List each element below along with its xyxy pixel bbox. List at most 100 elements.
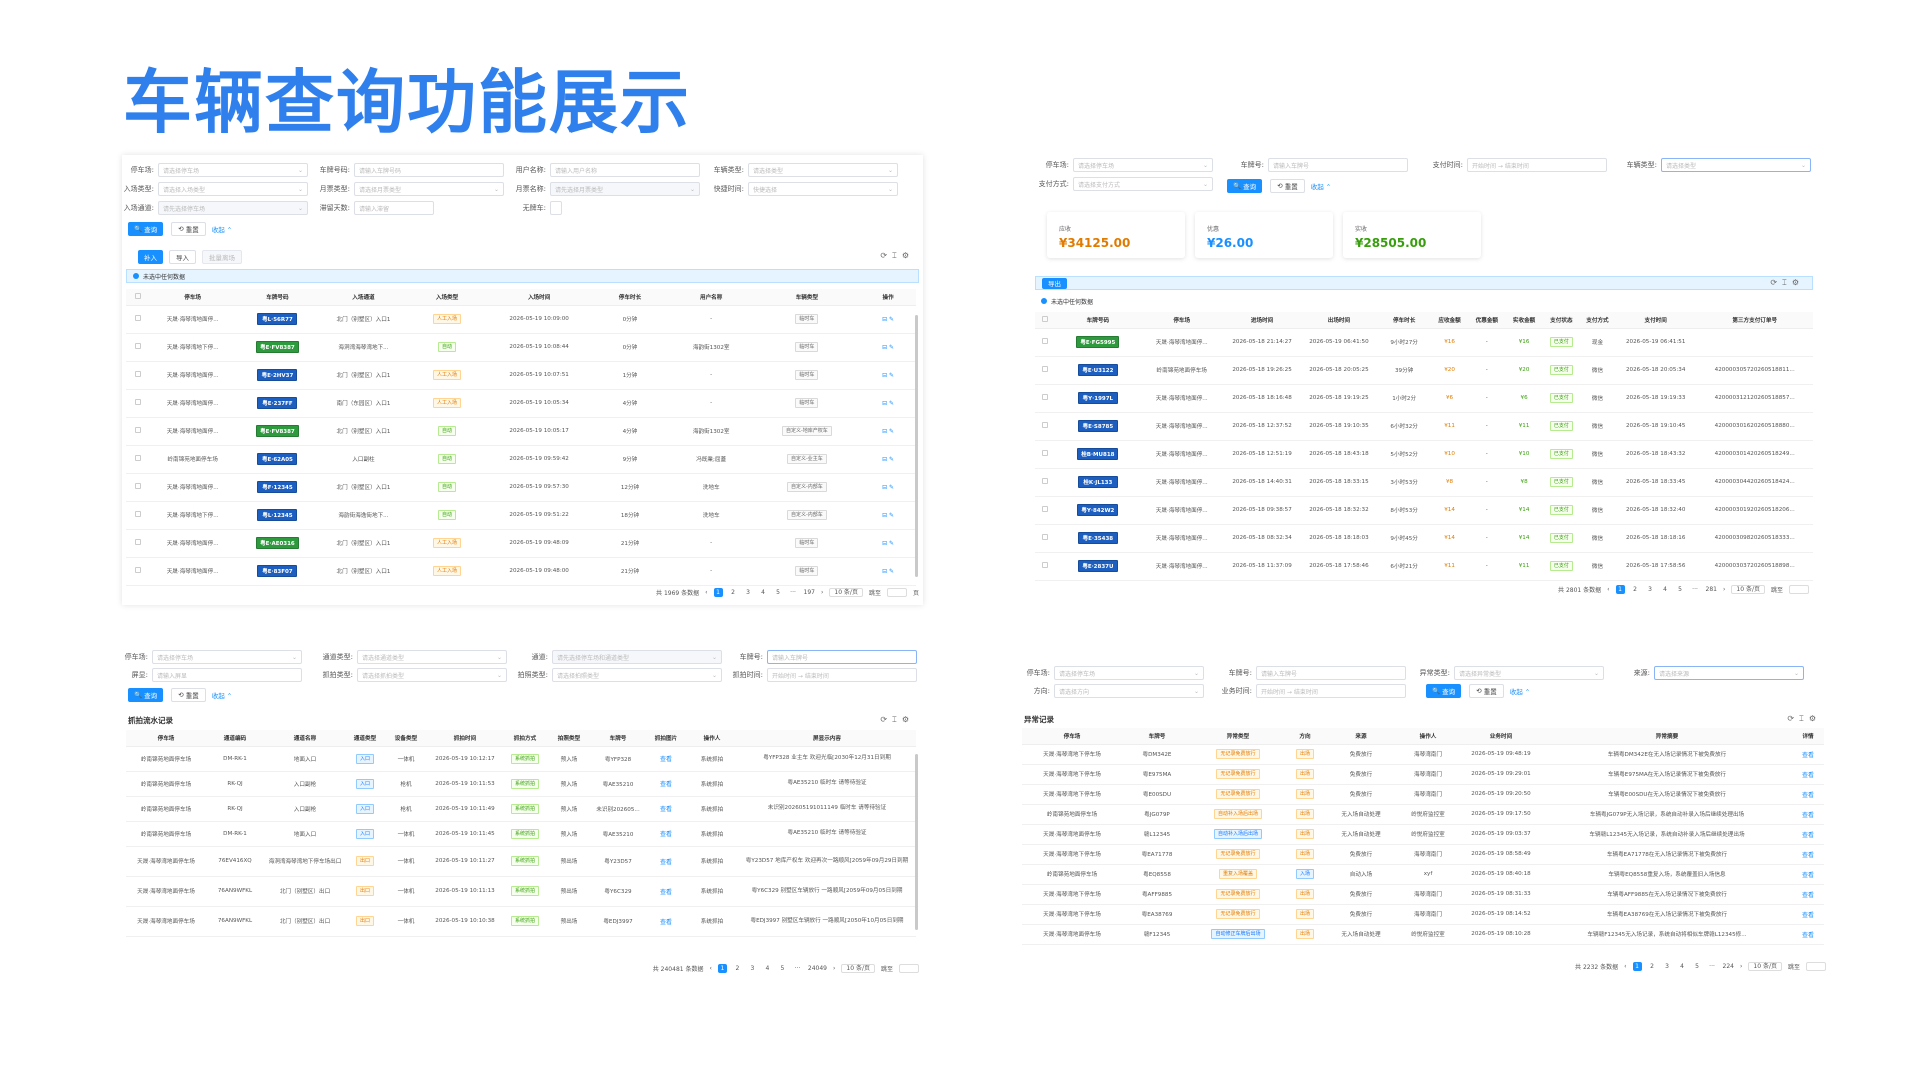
- table-row[interactable]: 桂K·JL133 天晟·海琴湾地面停... 2026-05-18 14:40:31 2…: [1035, 468, 1813, 497]
- detail-link[interactable]: 查看: [1792, 924, 1824, 945]
- table-row[interactable]: 天晟·海琴湾地下停... 粤E·FV8387 海洞湾海琴湾地下... 自动 2026-0…: [126, 333, 916, 362]
- jump-input[interactable]: [1789, 585, 1809, 594]
- filter-input[interactable]: 请输入滞留: [354, 201, 434, 215]
- filter-input[interactable]: 请输入车牌号: [1256, 666, 1406, 680]
- table-row[interactable]: 岭南锦苑地面停车场 粤E·62A05 入口副柱 自动 2026-05-19 09:59:…: [126, 445, 916, 474]
- page-size-select[interactable]: 10 条/页: [1731, 585, 1765, 594]
- page-size-select[interactable]: 10 条/页: [841, 964, 875, 973]
- capture-image-cell[interactable]: 查看: [646, 796, 686, 822]
- settings-icon[interactable]: ⚙: [1792, 278, 1799, 288]
- select-all-checkbox[interactable]: [126, 289, 151, 306]
- detail-link[interactable]: 查看: [1792, 784, 1824, 805]
- row-checkbox[interactable]: [126, 473, 151, 502]
- table-row[interactable]: 岭南锦苑地面停车场 DM-RK-1 地面入口 入口 一体机 2026-05-19 10:1…: [126, 746, 916, 772]
- edit-icon[interactable]: ✎: [887, 456, 894, 463]
- row-checkbox[interactable]: [1035, 440, 1056, 469]
- filter-input[interactable]: 请选择来源 ⌄: [1654, 666, 1804, 680]
- table-row[interactable]: 粤E·S8785 天晟·海琴湾地面停... 2026-05-18 12:37:52 2…: [1035, 412, 1813, 441]
- edit-icon[interactable]: ✎: [887, 512, 894, 519]
- edit-icon[interactable]: ✎: [887, 372, 894, 379]
- reset-button[interactable]: ⟲ 重置: [1270, 179, 1305, 193]
- row-checkbox[interactable]: [126, 501, 151, 530]
- table-row[interactable]: 桂B·MU818 天晟·海琴湾地面停... 2026-05-18 12:51:19 2…: [1035, 440, 1813, 469]
- next-page-button[interactable]: ›: [833, 965, 835, 972]
- export-button[interactable]: 导出: [1042, 277, 1067, 289]
- capture-image-cell[interactable]: 查看: [646, 821, 686, 847]
- filter-input[interactable]: 请选择支付方式 ⌄: [1073, 177, 1213, 191]
- row-checkbox[interactable]: [126, 361, 151, 390]
- page-number[interactable]: 4: [759, 588, 768, 597]
- table-row[interactable]: 天晟·海琴湾地面停... 粤E·2HV37 北门（别墅区）入口1 人工入场 2026-0…: [126, 361, 916, 390]
- table-row[interactable]: 天晟·海琴湾地下停车场 粤E00SDU 无记录免费放行 出场 免费放行 海琴湾南门 2026…: [1022, 784, 1824, 805]
- row-checkbox[interactable]: [1035, 468, 1056, 497]
- table-row[interactable]: 粤E·FG5995 天晟·海琴湾地面停... 2026-05-18 21:14:27…: [1035, 328, 1813, 357]
- page-number[interactable]: ···: [1691, 585, 1700, 594]
- reset-button[interactable]: ⟲ 重置: [171, 688, 206, 702]
- table-row[interactable]: 天晟·海琴湾地面停车场 76EV416XQ 海洞湾海琴湾地下停车场出口 出口 一体机 20…: [126, 846, 916, 877]
- table-row[interactable]: 天晟·海琴湾地下停车场 粤DM342E 无记录免费放行 出场 免费放行 海琴湾南门 2026…: [1022, 744, 1824, 765]
- table-row[interactable]: 天晟·海琴湾地面停... 粤F·12345 北门（别墅区）入口1 自动 2026-05-…: [126, 473, 916, 502]
- filter-input[interactable]: 请先选择月票类型 ⌄: [550, 182, 700, 196]
- table-row[interactable]: 岭南锦苑地面停车场 粤JG079P 自动补入场后出场 出场 无入场自动处理 岭悦府监控室 2…: [1022, 804, 1824, 825]
- filter-input[interactable]: 请选择方向 ⌄: [1054, 684, 1204, 698]
- capture-image-cell[interactable]: 查看: [646, 876, 686, 907]
- table-row[interactable]: 岭南锦苑地面停车场 RK-QJ 入口副枪 入口 枪机 2026-05-19 10:11:5…: [126, 771, 916, 797]
- edit-icon[interactable]: ✎: [887, 568, 894, 575]
- page-number[interactable]: 5: [1676, 585, 1685, 594]
- collapse-link[interactable]: 收起 ⌃: [212, 224, 233, 234]
- refresh-icon[interactable]: ⟳: [1787, 714, 1794, 724]
- page-number[interactable]: 2: [729, 588, 738, 597]
- page-number[interactable]: ···: [1708, 962, 1717, 971]
- table-row[interactable]: 天晟·海琴湾地下停车场 粤E975MA 无记录免费放行 出场 免费放行 海琴湾南门 2026…: [1022, 764, 1824, 785]
- capture-image-cell[interactable]: 查看: [646, 746, 686, 772]
- filter-input[interactable]: 开始时间 → 结束时间: [1256, 684, 1406, 698]
- filter-input[interactable]: 请输入车牌号码: [354, 163, 504, 177]
- page-number[interactable]: 1: [1632, 962, 1642, 971]
- table-row[interactable]: 粤E·35438 天晟·海琴湾地面停... 2026-05-18 08:32:34 2…: [1035, 524, 1813, 553]
- detail-link[interactable]: 查看: [1792, 764, 1824, 785]
- page-number[interactable]: 281: [1706, 585, 1717, 594]
- page-number[interactable]: 2: [1631, 585, 1640, 594]
- capture-image-cell[interactable]: 查看: [646, 906, 686, 937]
- table-row[interactable]: 岭南锦苑地面停车场 DM-RK-1 地面入口 入口 一体机 2026-05-19 10:1…: [126, 821, 916, 847]
- detail-link[interactable]: 查看: [1792, 844, 1824, 865]
- row-checkbox[interactable]: [1035, 384, 1056, 413]
- refresh-icon[interactable]: ⟳: [1770, 278, 1777, 288]
- capture-image-cell[interactable]: 查看: [646, 771, 686, 797]
- filter-input[interactable]: 请选择入场类型 ⌄: [158, 182, 308, 196]
- page-number[interactable]: 3: [1663, 962, 1672, 971]
- reset-button[interactable]: ⟲ 重置: [171, 222, 206, 236]
- density-icon[interactable]: ⌶: [892, 251, 897, 261]
- page-number[interactable]: 4: [1678, 962, 1687, 971]
- page-number[interactable]: 4: [763, 964, 772, 973]
- table-row[interactable]: 粤Y·1997L 天晟·海琴湾地面停... 2026-05-18 18:16:48 2…: [1035, 384, 1813, 413]
- filter-input[interactable]: 开始时间 → 结束时间: [1467, 158, 1607, 172]
- row-checkbox[interactable]: [1035, 328, 1056, 357]
- page-number[interactable]: 1: [717, 964, 727, 973]
- filter-input[interactable]: 请先选择停车场和通道类型 ⌄: [552, 650, 722, 664]
- row-checkbox[interactable]: [126, 557, 151, 586]
- page-number[interactable]: 224: [1723, 962, 1734, 971]
- row-checkbox[interactable]: [126, 445, 151, 474]
- filter-input[interactable]: 请选择停车场 ⌄: [1073, 158, 1213, 172]
- prev-page-button[interactable]: ‹: [705, 589, 707, 596]
- page-number[interactable]: 3: [744, 588, 753, 597]
- filter-input[interactable]: 请选择抓拍类型 ⌄: [357, 668, 507, 682]
- jump-input[interactable]: [1806, 962, 1826, 971]
- next-page-button[interactable]: ›: [1740, 963, 1742, 970]
- table-row[interactable]: 天晟·海琴湾地下停车场 粤EA38769 无记录免费放行 出场 免费放行 海琴湾南门 202…: [1022, 904, 1824, 925]
- page-number[interactable]: 2: [733, 964, 742, 973]
- page-number[interactable]: 5: [774, 588, 783, 597]
- scrollbar[interactable]: [915, 754, 918, 930]
- filter-input[interactable]: 请选择月票类型 ⌄: [354, 182, 504, 196]
- table-row[interactable]: 粤E·U3122 岭南锦苑地面停车场 2026-05-18 19:26:25 2026…: [1035, 356, 1813, 385]
- page-number[interactable]: ···: [793, 964, 802, 973]
- row-checkbox[interactable]: [1035, 496, 1056, 525]
- row-checkbox[interactable]: [126, 389, 151, 418]
- table-row[interactable]: 天晟·海琴湾地面停车场 76AN9WFKL 北门（别墅区）出口 出口 一体机 2026-0…: [126, 906, 916, 937]
- table-row[interactable]: 天晟·海琴湾地面停... 粤E·83F07 北门（别墅区）入口1 人工入场 2026-0…: [126, 557, 916, 586]
- edit-icon[interactable]: ✎: [887, 344, 894, 351]
- collapse-link[interactable]: 收起 ⌃: [212, 690, 233, 700]
- prev-page-button[interactable]: ‹: [1624, 963, 1626, 970]
- jump-input[interactable]: [886, 588, 907, 597]
